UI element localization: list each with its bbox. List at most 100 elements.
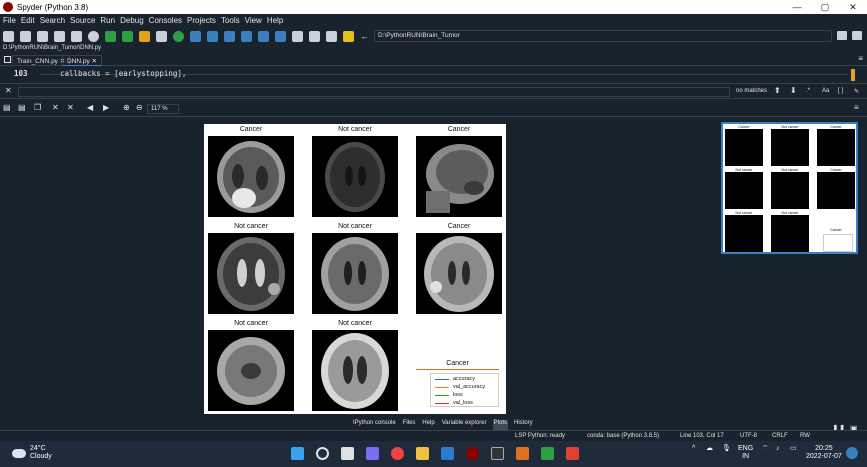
save-all-plots-icon[interactable]: ▤ [18, 103, 26, 112]
debug-icon[interactable] [190, 30, 201, 42]
zoom-in-icon[interactable]: ⊕ [123, 103, 130, 112]
folder-icon[interactable] [837, 31, 847, 40]
zoom-level[interactable]: 117 % [147, 104, 179, 114]
wrench-icon[interactable] [326, 30, 337, 42]
whole-word-icon[interactable]: [ ] [838, 88, 843, 94]
onedrive-icon[interactable]: ☁ [706, 445, 713, 453]
tab-menu-icon[interactable]: ≡ [858, 54, 863, 63]
excel-icon[interactable] [541, 447, 554, 460]
tab-ipython-console[interactable]: IPython console [352, 420, 397, 430]
conda-status: conda: base (Python 3.8.5) [587, 433, 660, 439]
show-hidden-icons[interactable]: ^ [692, 445, 695, 453]
working-directory-input[interactable]: D:\PythonRUN\Brain_Tumor [374, 30, 832, 42]
plots-menu-icon[interactable]: ≡ [854, 103, 859, 112]
remove-all-plots-icon[interactable]: ✕ [67, 103, 74, 112]
regex-icon[interactable]: .* [806, 88, 810, 94]
pane-tabs: IPython console Files Help Variable expl… [352, 420, 539, 430]
jupyter-icon[interactable] [516, 447, 529, 460]
tab-plots[interactable]: Plots [492, 420, 508, 430]
mri-scan-image [416, 233, 502, 314]
stop-icon[interactable] [275, 30, 286, 42]
open-file-icon[interactable] [20, 30, 31, 42]
menu-run[interactable]: Run [100, 16, 115, 25]
microphone-icon[interactable]: 🎙 [722, 445, 731, 453]
run-icon[interactable] [105, 30, 116, 42]
parent-dir-icon[interactable] [852, 31, 862, 40]
find-next-icon[interactable]: ⬇ [790, 86, 797, 95]
step-return-icon[interactable] [241, 30, 252, 42]
maximize-button[interactable]: ▢ [810, 0, 840, 14]
tab-files[interactable]: Files [402, 420, 417, 430]
minimize-button[interactable]: — [782, 0, 812, 14]
case-sensitive-icon[interactable]: Aa [822, 88, 829, 94]
save-plot-icon[interactable]: ▤ [3, 103, 11, 112]
menu-projects[interactable]: Projects [187, 16, 216, 25]
close-find-icon[interactable]: ✕ [5, 86, 12, 95]
task-view-icon[interactable] [341, 447, 354, 460]
menu-consoles[interactable]: Consoles [149, 16, 182, 25]
tab-variable-explorer[interactable]: Variable explorer [441, 420, 488, 430]
rerun-icon[interactable] [173, 30, 184, 42]
edge-icon[interactable] [441, 447, 454, 460]
close-tab-icon[interactable]: ✕ [92, 58, 97, 65]
notifications-icon[interactable] [846, 447, 858, 459]
tab-help[interactable]: Help [421, 420, 435, 430]
tab-history[interactable]: History [513, 420, 534, 430]
menu-help[interactable]: Help [267, 16, 283, 25]
spyder-taskbar-icon[interactable] [466, 447, 479, 460]
wifi-icon[interactable]: ⌔ [762, 445, 769, 453]
teams-icon[interactable] [366, 447, 379, 460]
close-button[interactable]: ✕ [838, 0, 867, 14]
run-selection-icon[interactable] [156, 30, 167, 42]
highlight-icon[interactable]: ✎ [854, 88, 859, 95]
clock[interactable]: 20:25 2022-07-07 [806, 445, 842, 461]
menu-debug[interactable]: Debug [120, 16, 144, 25]
weather-widget[interactable]: 24°C Cloudy [12, 445, 52, 461]
tab-dnn[interactable]: DNN.py ✕ [62, 55, 103, 66]
step-icon[interactable] [207, 30, 218, 42]
fullscreen-icon[interactable] [309, 30, 320, 42]
chrome-icon[interactable] [391, 447, 404, 460]
step-into-icon[interactable] [224, 30, 235, 42]
menu-search[interactable]: Search [40, 16, 65, 25]
maximize-pane-icon[interactable] [292, 30, 303, 42]
new-file-icon[interactable] [3, 30, 14, 42]
file-explorer-icon[interactable] [416, 447, 429, 460]
battery-icon[interactable]: ▭ [790, 445, 797, 453]
legend: Cancer accuracy val_accuracy loss val_lo… [416, 360, 499, 408]
code-line[interactable]: callbacks = [earlystopping], [60, 69, 186, 78]
browse-tabs-icon[interactable] [4, 56, 11, 63]
remove-plot-icon[interactable]: ✕ [52, 103, 59, 112]
at-icon[interactable] [88, 30, 99, 42]
menu-view[interactable]: View [245, 16, 262, 25]
cursor-position: Line 103, Col 17 [680, 433, 724, 439]
terminal-icon[interactable] [491, 447, 504, 460]
plot-thumbnail[interactable]: Cancer Not cancer Cancer Not cancer Not … [721, 122, 858, 254]
lsp-status: LSP Python: ready [515, 433, 565, 439]
previous-plot-icon[interactable]: ◀ [87, 103, 93, 112]
zoom-out-icon[interactable]: ⊖ [136, 103, 143, 112]
search-icon[interactable] [316, 447, 329, 460]
save-icon[interactable] [37, 30, 48, 42]
code-editor[interactable]: 103 callbacks = [earlystopping], [0, 66, 867, 84]
next-plot-icon[interactable]: ▶ [103, 103, 109, 112]
thumb-legend-title: Cancer [830, 228, 842, 232]
continue-icon[interactable] [258, 30, 269, 42]
language-indicator[interactable]: ENG IN [738, 445, 753, 461]
menu-source[interactable]: Source [70, 16, 95, 25]
run-cell-advance-icon[interactable] [139, 30, 150, 42]
copy-plot-icon[interactable]: ❐ [34, 103, 41, 112]
menu-file[interactable]: File [3, 16, 16, 25]
list-icon[interactable] [71, 30, 82, 42]
find-previous-icon[interactable]: ⬆ [774, 86, 781, 95]
menu-edit[interactable]: Edit [21, 16, 35, 25]
app-s-icon[interactable] [566, 447, 579, 460]
find-input[interactable] [18, 87, 730, 97]
volume-icon[interactable]: ♪ [776, 445, 780, 453]
python-icon[interactable] [343, 30, 354, 42]
back-arrow-icon[interactable]: ← [360, 31, 371, 42]
run-cell-icon[interactable] [122, 30, 133, 42]
windows-start-icon[interactable] [291, 447, 304, 460]
save-all-icon[interactable] [54, 30, 65, 42]
menu-tools[interactable]: Tools [221, 16, 240, 25]
